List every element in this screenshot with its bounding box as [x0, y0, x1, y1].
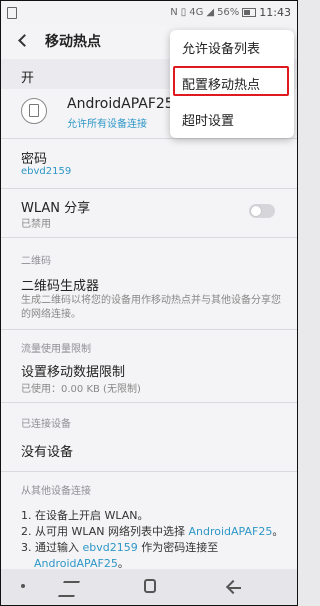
wlan-share-title: WLAN 分享 [21, 201, 91, 216]
status-icons: N ▯ 4G ◢ 56% 11:43 [170, 6, 291, 19]
divider [1, 329, 297, 330]
menu-item-label: 超时设置 [182, 114, 235, 129]
instruction-step-3: 3. 通过输入 ebvd2159 作为密码连接至 AndroidAPAF25。 [21, 540, 291, 572]
battery-icon [242, 8, 257, 17]
back-arrow-icon[interactable] [15, 30, 31, 50]
master-switch-label: 开 [21, 71, 35, 86]
wlan-share-toggle[interactable] [249, 204, 275, 218]
no-devices-text: 没有设备 [21, 445, 74, 460]
vibrate-icon: ▯ [180, 7, 187, 18]
network-name: AndroidAPAF25 [67, 96, 174, 112]
section-header-connected: 已连接设备 [21, 419, 71, 430]
page-title: 移动热点 [45, 34, 101, 50]
instruction-step-3-text: 3. 通过输入 [21, 541, 83, 554]
divider [1, 471, 297, 472]
network-access-setting: 允许所有设备连接 [67, 119, 147, 130]
menu-item-allowed-devices[interactable]: 允许设备列表 [170, 30, 294, 64]
phone-icon [21, 98, 47, 124]
password-row[interactable]: 密码 ebvd2159 [1, 142, 297, 186]
home-icon[interactable] [144, 579, 156, 593]
password-value: ebvd2159 [21, 166, 72, 177]
menu-item-timeout[interactable]: 超时设置 [170, 102, 294, 136]
qr-generator-row[interactable]: 二维码生成器 生成二维码以将您的设备用作移动热点并与其他设备分享您的网络连接。 [1, 271, 297, 327]
instruction-step-2-end: 。 [272, 525, 284, 538]
qr-generator-title: 二维码生成器 [21, 279, 100, 294]
nav-dot-icon[interactable] [21, 584, 25, 588]
recents-icon[interactable] [61, 581, 79, 595]
navigation-bar [1, 569, 297, 605]
divider [1, 402, 297, 403]
network-type-label: 4G [189, 7, 204, 18]
highlight-box [173, 66, 289, 96]
instruction-step-2-text: 2. 从可用 WLAN 网络列表中选择 [21, 525, 189, 538]
section-header-other: 从其他设备连接 [21, 486, 91, 497]
instruction-step-2: 2. 从可用 WLAN 网络列表中选择 AndroidAPAF25。 [21, 524, 291, 540]
nfc-icon: N [170, 7, 178, 18]
back-icon[interactable] [225, 579, 243, 595]
qr-generator-description: 生成二维码以将您的设备用作移动热点并与其他设备分享您的网络连接。 [21, 295, 281, 320]
signal-icon: ◢ [206, 7, 215, 18]
divider [1, 188, 297, 189]
data-limit-title: 设置移动数据限制 [21, 365, 126, 380]
ssid-link: AndroidAPAF25 [188, 525, 273, 538]
connection-instructions: 1. 在设备上开启 WLAN。 2. 从可用 WLAN 网络列表中选择 Andr… [21, 508, 291, 572]
wlan-share-status: 已禁用 [21, 219, 51, 230]
data-usage-value: 已使用：0.00 KB (无限制) [21, 384, 141, 395]
sd-card-icon [7, 7, 17, 19]
instruction-step-3-mid: 作为密码连接至 [137, 541, 219, 554]
divider [1, 237, 297, 238]
password-title: 密码 [21, 152, 48, 167]
divider [1, 138, 297, 139]
instruction-step-1: 1. 在设备上开启 WLAN。 [21, 509, 149, 522]
section-header-qr: 二维码 [21, 256, 51, 267]
password-link: ebvd2159 [82, 541, 138, 554]
clock: 11:43 [259, 6, 291, 19]
screen: N ▯ 4G ◢ 56% 11:43 移动热点 开 AndroidAPAF25 … [0, 0, 298, 606]
section-header-usage: 流量使用量限制 [21, 344, 91, 355]
battery-percent: 56% [217, 7, 240, 18]
status-bar: N ▯ 4G ◢ 56% 11:43 [1, 1, 297, 25]
menu-item-label: 允许设备列表 [182, 42, 261, 57]
wlan-share-row[interactable]: WLAN 分享 已禁用 [1, 191, 297, 233]
data-limit-row[interactable]: 设置移动数据限制 已使用：0.00 KB (无限制) [1, 357, 297, 399]
overflow-menu: 允许设备列表 配置移动热点 超时设置 [170, 30, 294, 138]
